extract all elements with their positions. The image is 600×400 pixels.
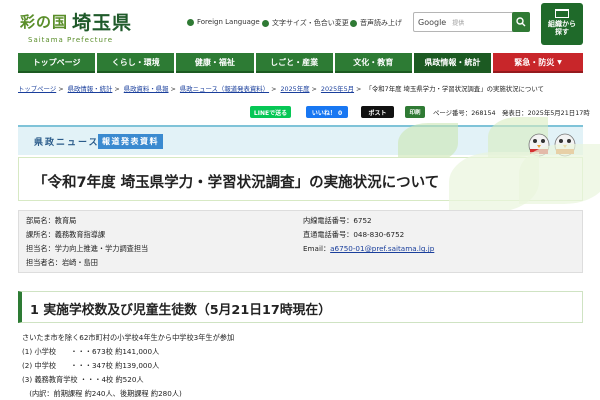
nav-life-environment[interactable]: くらし・環境	[97, 53, 175, 73]
news-banner: 県政ニュース 報道発表資料	[18, 117, 583, 163]
banner-tag: 報道発表資料	[98, 134, 163, 149]
dept-name: 部局名：教育局	[26, 216, 77, 225]
search-provider-label: 提供	[452, 19, 465, 27]
logo-subtitle: Saitama Prefecture	[28, 36, 114, 44]
breadcrumb-current: 「令和7年度 埼玉県学力・学習状況調査」の実施状況について	[365, 85, 544, 93]
org-search-button[interactable]: 組織から 探す	[541, 3, 583, 45]
list-item: (内訳：前期課程 約240人、後期課程 約280人)	[22, 389, 182, 398]
x-post-button[interactable]: ポスト	[361, 106, 394, 118]
breadcrumb-news[interactable]: 県政ニュース（報道発表資料）	[180, 85, 269, 93]
email-link[interactable]: a6750-01@pref.saitama.lg.jp	[330, 244, 434, 253]
org-chart-icon	[555, 9, 569, 18]
globe-icon	[187, 18, 194, 26]
banner-label: 県政ニュース	[34, 138, 100, 148]
print-button[interactable]: 印刷	[405, 106, 425, 118]
nav-emergency[interactable]: 緊急・防災 ▼	[493, 53, 584, 73]
page-title: 「令和7年度 埼玉県学力・学習状況調査」の実施状況について	[33, 175, 440, 191]
logo-text-saitama: 埼玉県	[72, 12, 133, 34]
page-title-box: 「令和7年度 埼玉県学力・学習状況調査」の実施状況について	[18, 144, 600, 212]
person-name: 担当者名：岩崎・島田	[26, 258, 98, 267]
text-size-color-link[interactable]: 文字サイズ・色合い変更	[262, 18, 349, 28]
list-item: (1) 小学校 ・・・673校 約141,000人	[22, 347, 160, 356]
nav-culture-education[interactable]: 文化・教育	[334, 53, 412, 73]
contact-info-box: 部局名：教育局 課所名：義務教育指導課 担当名：学力向上推進・学力調査担当 担当…	[18, 210, 583, 273]
site-header: 彩の国 埼玉県 Saitama Prefecture Foreign Langu…	[0, 0, 600, 50]
direct-phone: 直通電話番号：048-830-6752	[303, 230, 405, 239]
email-row: Email：a6750-01@pref.saitama.lg.jp	[303, 244, 434, 254]
breadcrumb-fiscal-year[interactable]: 2025年度	[280, 85, 309, 93]
nav-work-industry[interactable]: しごと・産業	[255, 53, 333, 73]
breadcrumb-top[interactable]: トップページ	[18, 85, 56, 93]
search-button[interactable]	[512, 12, 530, 32]
staff-name: 担当名：学力向上推進・学力調査担当	[26, 244, 149, 253]
text-size-icon	[262, 19, 269, 27]
nav-prefectural-info[interactable]: 県政情報・統計	[413, 53, 492, 73]
logo-text-sainokuni: 彩の国	[20, 13, 69, 31]
breadcrumb-month[interactable]: 2025年5月	[321, 85, 354, 93]
nav-top[interactable]: トップページ	[18, 53, 96, 73]
page-info: ページ番号：268154 発表日：2025年5月21日17時	[433, 109, 590, 117]
facebook-like-button[interactable]: いいね！ 0	[306, 106, 348, 118]
nav-health-welfare[interactable]: 健康・福祉	[176, 53, 254, 73]
chevron-down-icon: ▼	[557, 58, 562, 66]
breadcrumb-documents[interactable]: 県政資料・県報	[124, 85, 169, 93]
section-heading: 1 実施学校数及び児童生徒数（5月21日17時現在）	[18, 291, 583, 323]
foreign-language-link[interactable]: Foreign Language	[187, 18, 260, 26]
line-share-button[interactable]: LINEで送る	[250, 106, 291, 118]
list-item: (2) 中学校 ・・・347校 約139,000人	[22, 361, 160, 370]
email-label: Email：	[303, 244, 331, 253]
site-logo[interactable]: 彩の国 埼玉県 Saitama Prefecture	[20, 8, 132, 44]
speaker-icon	[350, 19, 357, 27]
section-heading-text: 1 実施学校数及び児童生徒数（5月21日17時現在）	[30, 303, 332, 318]
read-aloud-link[interactable]: 音声読み上げ	[350, 18, 402, 28]
extension-number: 内線電話番号：6752	[303, 216, 372, 225]
search-icon	[516, 17, 526, 27]
leaf-decoration	[519, 144, 600, 204]
section-intro: さいたま市を除く62市町村の小学校4年生から中学校3年生が参加	[22, 333, 235, 342]
breadcrumb-prefectural-info[interactable]: 県政情報・統計	[68, 85, 113, 93]
search-brand: Google	[418, 17, 447, 27]
breadcrumb: トップページ > 県政情報・統計 > 県政資料・県報 > 県政ニュース（報道発表資料）…	[18, 85, 544, 93]
list-item: (3) 義務教育学校 ・・・4校 約520人	[22, 375, 144, 384]
global-nav: トップページ くらし・環境 健康・福祉 しごと・産業 文化・教育 県政情報・統計…	[18, 53, 584, 73]
section-name: 課所名：義務教育指導課	[26, 230, 106, 239]
